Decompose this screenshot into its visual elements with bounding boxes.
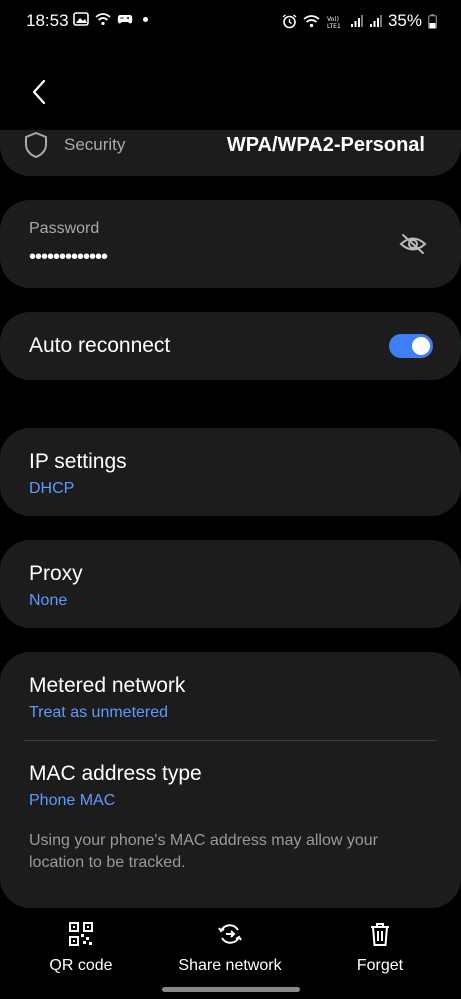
password-label: Password	[29, 220, 100, 237]
security-row: Security WPA/WPA2-Personal	[24, 125, 425, 165]
auto-reconnect-row[interactable]: Auto reconnect	[0, 312, 461, 380]
svg-text:Vo)): Vo))	[327, 16, 339, 23]
security-label: Security	[64, 135, 126, 154]
signal-icon-1	[350, 14, 363, 27]
trash-icon	[371, 923, 389, 946]
ip-settings-label: IP settings	[29, 450, 127, 473]
metered-network-row[interactable]: Metered network Treat as unmetered	[0, 652, 461, 740]
metered-mac-card: Metered network Treat as unmetered MAC a…	[0, 652, 461, 908]
forget-button[interactable]: Forget	[310, 915, 450, 975]
volte-icon: Vo)) LTE1	[327, 16, 341, 29]
status-time: 18:53	[26, 11, 69, 30]
share-network-label: Share network	[178, 957, 282, 974]
mac-address-type-row[interactable]: MAC address type Phone MAC	[0, 741, 461, 821]
eye-off-icon	[399, 234, 427, 254]
metered-network-label: Metered network	[29, 674, 186, 697]
metered-network-value: Treat as unmetered	[29, 704, 169, 721]
notification-dot-icon	[143, 16, 148, 22]
qr-code-icon	[69, 922, 93, 946]
chevron-left-icon	[32, 79, 46, 105]
gallery-icon	[73, 12, 89, 26]
svg-text:LTE1: LTE1	[327, 23, 341, 29]
toggle-knob	[412, 337, 430, 355]
share-network-button[interactable]: Share network	[160, 915, 300, 975]
password-field[interactable]: •••••••••••••	[29, 246, 108, 269]
mac-address-type-label: MAC address type	[29, 762, 202, 785]
battery-icon	[428, 13, 437, 29]
forget-label: Forget	[356, 957, 404, 974]
back-button[interactable]	[24, 76, 54, 108]
game-controller-icon	[117, 15, 133, 24]
qr-code-label: QR code	[49, 957, 113, 974]
show-password-button[interactable]	[399, 232, 427, 256]
ip-settings-row[interactable]: IP settings DHCP	[0, 428, 461, 516]
share-network-icon	[218, 924, 242, 944]
security-card: Security WPA/WPA2-Personal	[0, 130, 461, 176]
proxy-value: None	[29, 592, 68, 609]
shield-icon	[25, 131, 47, 159]
battery-percent: 35%	[387, 11, 422, 30]
security-value: WPA/WPA2-Personal	[226, 133, 425, 156]
proxy-label: Proxy	[29, 562, 83, 585]
qr-code-button[interactable]: QR code	[11, 915, 151, 975]
status-notification-icons	[73, 12, 148, 26]
password-card[interactable]: Password •••••••••••••	[0, 200, 461, 288]
auto-reconnect-label: Auto reconnect	[29, 334, 171, 357]
status-system-icons: Vo)) LTE1 35%	[282, 11, 437, 31]
alarm-icon	[282, 13, 297, 28]
status-bar: 18:53 Vo)) LTE1 35%	[0, 0, 461, 44]
signal-icon-2	[369, 14, 382, 27]
auto-reconnect-toggle[interactable]	[389, 334, 433, 358]
bottom-action-bar: QR code Share network Forget	[0, 915, 461, 975]
wifi-small-icon	[95, 13, 111, 26]
mac-address-type-value: Phone MAC	[29, 792, 116, 809]
home-indicator[interactable]	[162, 987, 300, 992]
proxy-row[interactable]: Proxy None	[0, 540, 461, 628]
mac-privacy-note: Using your phone's MAC address may allow…	[29, 832, 378, 871]
ip-settings-value: DHCP	[29, 480, 75, 497]
wifi-icon	[303, 15, 320, 28]
